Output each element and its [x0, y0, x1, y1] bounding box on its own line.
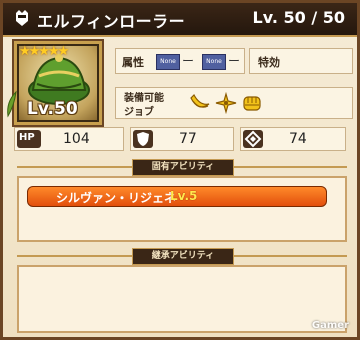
- inherited-ability-heading: 継承アビリティ: [132, 248, 234, 265]
- unit-level: Lv. 50 / 50: [253, 8, 346, 27]
- attribute-value-2: ー: [228, 54, 241, 68]
- inherited-ability-header: 継承アビリティ: [17, 248, 347, 265]
- defense-stat: 77: [130, 127, 234, 151]
- unique-ability-header: 固有アビリティ: [17, 159, 347, 176]
- defense-value: 77: [179, 131, 197, 147]
- attribute-row: 属性 None ー None ー: [115, 48, 245, 74]
- magic-defense-value: 74: [289, 131, 307, 147]
- skill-name: シルヴァン・リジェネ: [56, 191, 177, 205]
- attribute-badge-2: None: [202, 54, 226, 70]
- shield-icon: [133, 130, 153, 148]
- shuriken-icon: [215, 92, 237, 114]
- portrait-level: Lv.50: [27, 99, 78, 119]
- special-label: 特効: [258, 56, 280, 69]
- hp-label-icon: HP: [17, 130, 41, 148]
- title-bar: エルフィンローラー Lv. 50 / 50: [3, 3, 357, 37]
- magic-defense-stat: 74: [240, 127, 346, 151]
- hp-value: 104: [63, 131, 90, 147]
- hp-label: HP: [19, 132, 35, 143]
- diamond-icon: [243, 130, 263, 148]
- unit-portrait[interactable]: ★★★★★ Lv.50: [14, 41, 102, 125]
- unit-name: エルフィンローラー: [37, 12, 186, 31]
- unique-skill[interactable]: シルヴァン・リジェネ Lv.5: [27, 186, 327, 207]
- unique-ability-panel: シルヴァン・リジェネ Lv.5: [17, 176, 347, 242]
- attribute-label: 属性: [122, 56, 144, 69]
- leaf-decoration-icon: [7, 90, 17, 118]
- rarity-stars: ★★★★★: [19, 44, 69, 59]
- inherited-ability-panel: [17, 265, 347, 333]
- level-label: Lv.: [252, 8, 278, 27]
- special-effect-row: 特効: [249, 48, 353, 74]
- hp-stat: HP 104: [14, 127, 124, 151]
- equip-label-line1: 装備可能: [124, 93, 164, 104]
- level-value: 50 / 50: [283, 8, 345, 27]
- attribute-badge-1: None: [156, 54, 180, 70]
- equip-label-line2: ジョブ: [124, 107, 154, 118]
- unique-ability-heading: 固有アビリティ: [132, 159, 234, 176]
- attribute-value-1: ー: [182, 54, 195, 68]
- banana-icon: [190, 94, 210, 108]
- unit-detail-window: エルフィンローラー Lv. 50 / 50 ★★★★★ Lv.50 属性 Non…: [0, 0, 360, 340]
- equippable-jobs-row: 装備可能 ジョブ: [115, 87, 353, 119]
- helmet-icon: [16, 10, 28, 26]
- fist-icon: [243, 96, 261, 111]
- watermark: Gamer: [311, 320, 349, 331]
- skill-level: Lv.5: [170, 189, 198, 203]
